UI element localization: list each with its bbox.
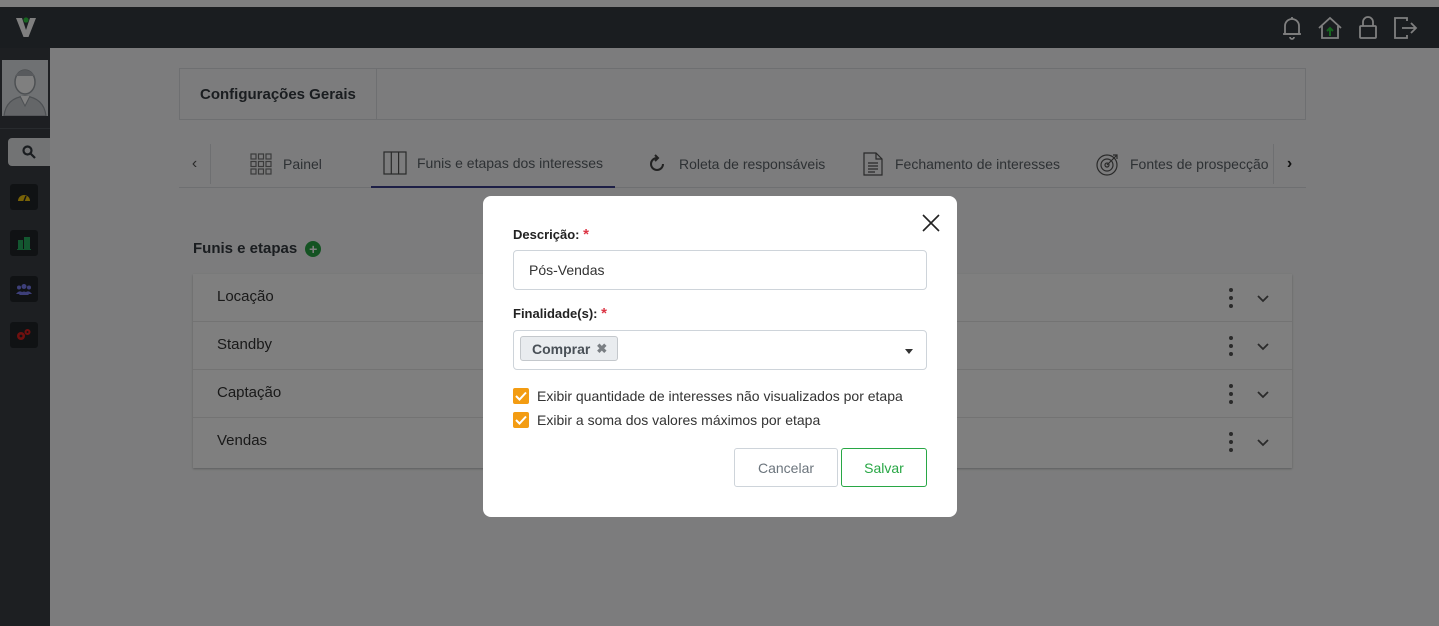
- required-mark: *: [601, 305, 607, 322]
- funnel-modal: Descrição: * Pós-Vendas Finalidade(s): *…: [483, 196, 957, 517]
- remove-tag-icon[interactable]: ✖: [596, 341, 607, 357]
- caret-down-icon[interactable]: [905, 349, 913, 354]
- description-input[interactable]: Pós-Vendas: [513, 250, 927, 290]
- close-icon[interactable]: [920, 212, 942, 234]
- purpose-tag: Comprar ✖: [520, 336, 619, 361]
- purpose-select[interactable]: Comprar ✖: [513, 330, 927, 370]
- description-label: Descrição: *: [513, 226, 589, 243]
- purpose-tag-label: Comprar: [532, 340, 591, 357]
- description-value: Pós-Vendas: [529, 262, 605, 278]
- cancel-button[interactable]: Cancelar: [734, 448, 838, 487]
- check-sum-label: Exibir a soma dos valores máximos por et…: [537, 412, 821, 428]
- description-label-text: Descrição:: [513, 227, 580, 242]
- purpose-label-text: Finalidade(s):: [513, 306, 598, 321]
- check-sum-values[interactable]: Exibir a soma dos valores máximos por et…: [513, 412, 820, 428]
- save-button[interactable]: Salvar: [841, 448, 927, 487]
- required-mark: *: [583, 226, 589, 243]
- check-unviewed-label: Exibir quantidade de interesses não visu…: [537, 388, 903, 404]
- check-unviewed-count[interactable]: Exibir quantidade de interesses não visu…: [513, 388, 903, 404]
- purpose-label: Finalidade(s): *: [513, 305, 607, 322]
- checkbox-checked-icon[interactable]: [513, 388, 529, 404]
- checkbox-checked-icon[interactable]: [513, 412, 529, 428]
